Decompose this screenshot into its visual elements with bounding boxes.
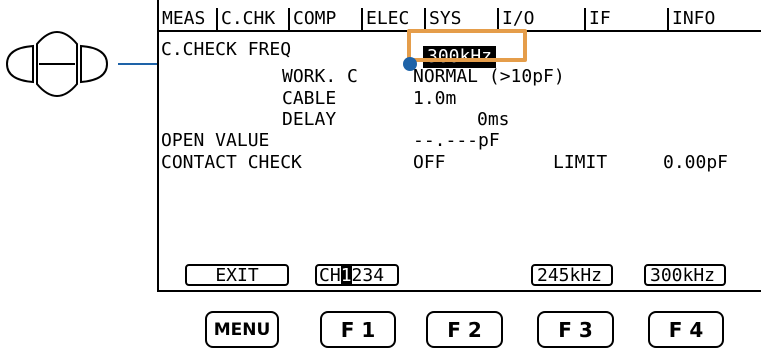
contact-check-label: CONTACT CHECK (161, 152, 302, 173)
limit-value[interactable]: 0.00pF (663, 153, 728, 173)
delay-label: DELAY (282, 109, 337, 130)
lcd-screen: MEAS C.CHK COMP ELEC SYS I/O IF INFO C.C… (157, 0, 761, 292)
cable-value[interactable]: 1.0m (413, 89, 456, 109)
contact-check-value[interactable]: OFF (413, 153, 446, 173)
tab-io[interactable]: I/O (499, 8, 586, 30)
knob-left-arc (5, 44, 34, 84)
channel-rest: 234 (351, 265, 385, 286)
softkey-245khz[interactable]: 245kHz (531, 264, 613, 286)
softkey-300khz[interactable]: 300kHz (644, 264, 726, 286)
menu-button[interactable]: MENU (205, 311, 279, 348)
tab-elec[interactable]: ELEC (363, 8, 426, 30)
f2-button[interactable]: F 2 (426, 311, 503, 348)
f1-button[interactable]: F 1 (320, 311, 396, 348)
tab-c-chk[interactable]: C.CHK (218, 8, 290, 30)
delay-value[interactable]: 0ms (477, 110, 510, 130)
tab-sys[interactable]: SYS (426, 8, 499, 30)
f4-button[interactable]: F 4 (648, 311, 724, 348)
work-c-value[interactable]: NORMAL (>10pF) (413, 67, 565, 87)
channel-prefix: CH (319, 265, 341, 286)
softkey-channel[interactable]: CH1234 (315, 264, 399, 286)
rotary-knob-icon[interactable] (3, 18, 115, 110)
limit-label: LIMIT (553, 152, 608, 173)
leader-dot (403, 57, 417, 71)
tab-if[interactable]: IF (586, 8, 669, 30)
open-value-value: --.---pF (413, 130, 500, 151)
open-value-label: OPEN VALUE (161, 130, 270, 151)
tab-info[interactable]: INFO (669, 8, 761, 30)
tab-meas[interactable]: MEAS (159, 8, 218, 30)
cable-label: CABLE (282, 88, 337, 109)
knob-right-arc (80, 44, 109, 84)
f3-button[interactable]: F 3 (537, 311, 614, 348)
channel-selected: 1 (340, 265, 352, 286)
work-c-label: WORK. C (282, 66, 358, 87)
highlight-box (407, 29, 527, 62)
tab-comp[interactable]: COMP (290, 8, 363, 30)
check-freq-label: C.CHECK FREQ (161, 39, 292, 60)
softkey-exit[interactable]: EXIT (185, 264, 289, 286)
